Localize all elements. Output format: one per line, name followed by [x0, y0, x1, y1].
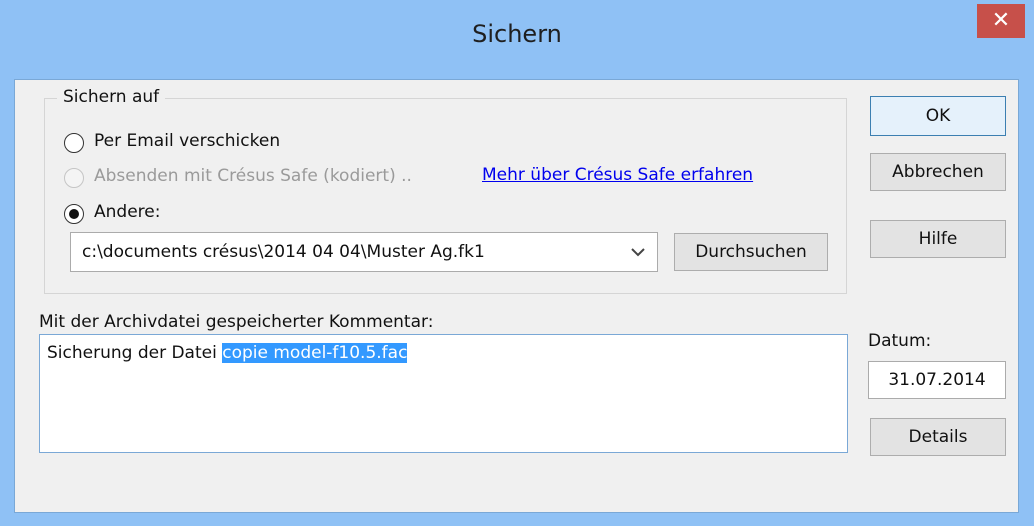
date-field[interactable]: 31.07.2014: [868, 361, 1006, 399]
dialog-title: Sichern: [472, 20, 562, 48]
browse-button[interactable]: Durchsuchen: [674, 233, 828, 271]
date-value: 31.07.2014: [888, 370, 986, 390]
comment-textarea[interactable]: Sicherung der Datei copie model-f10.5.fa…: [39, 334, 848, 453]
close-icon: ✕: [991, 8, 1011, 33]
details-button[interactable]: Details: [870, 418, 1006, 456]
comment-text-selected: copie model-f10.5.fac: [222, 343, 408, 363]
comment-text-plain: Sicherung der Datei: [47, 343, 223, 363]
radio-email-label[interactable]: Per Email verschicken: [94, 131, 280, 151]
radio-other-label[interactable]: Andere:: [94, 202, 160, 222]
dialog-window: Sichern ✕ Sichern auf Per Email verschic…: [0, 0, 1034, 526]
path-combobox[interactable]: c:\documents crésus\2014 04 04\Muster Ag…: [70, 232, 658, 272]
comment-label: Mit der Archivdatei gespeicherter Kommen…: [39, 312, 434, 332]
radio-cresus-safe-label: Absenden mit Crésus Safe (kodiert) ..: [94, 166, 412, 186]
radio-cresus-safe: [64, 168, 84, 188]
ok-button[interactable]: OK: [870, 96, 1006, 136]
radio-other[interactable]: [64, 204, 84, 224]
title-bar[interactable]: Sichern ✕: [0, 0, 1034, 80]
cresus-safe-info-link[interactable]: Mehr über Crésus Safe erfahren: [482, 165, 753, 185]
group-label: Sichern auf: [57, 87, 166, 107]
help-button[interactable]: Hilfe: [870, 220, 1006, 258]
comment-text: Sicherung der Datei copie model-f10.5.fa…: [47, 343, 408, 363]
radio-selected-dot: [69, 209, 79, 219]
close-button[interactable]: ✕: [977, 4, 1025, 38]
chevron-down-icon[interactable]: [629, 245, 647, 259]
cancel-button[interactable]: Abbrechen: [870, 153, 1006, 191]
radio-email[interactable]: [64, 133, 84, 153]
date-label: Datum:: [868, 331, 932, 351]
path-value: c:\documents crésus\2014 04 04\Muster Ag…: [82, 242, 485, 262]
